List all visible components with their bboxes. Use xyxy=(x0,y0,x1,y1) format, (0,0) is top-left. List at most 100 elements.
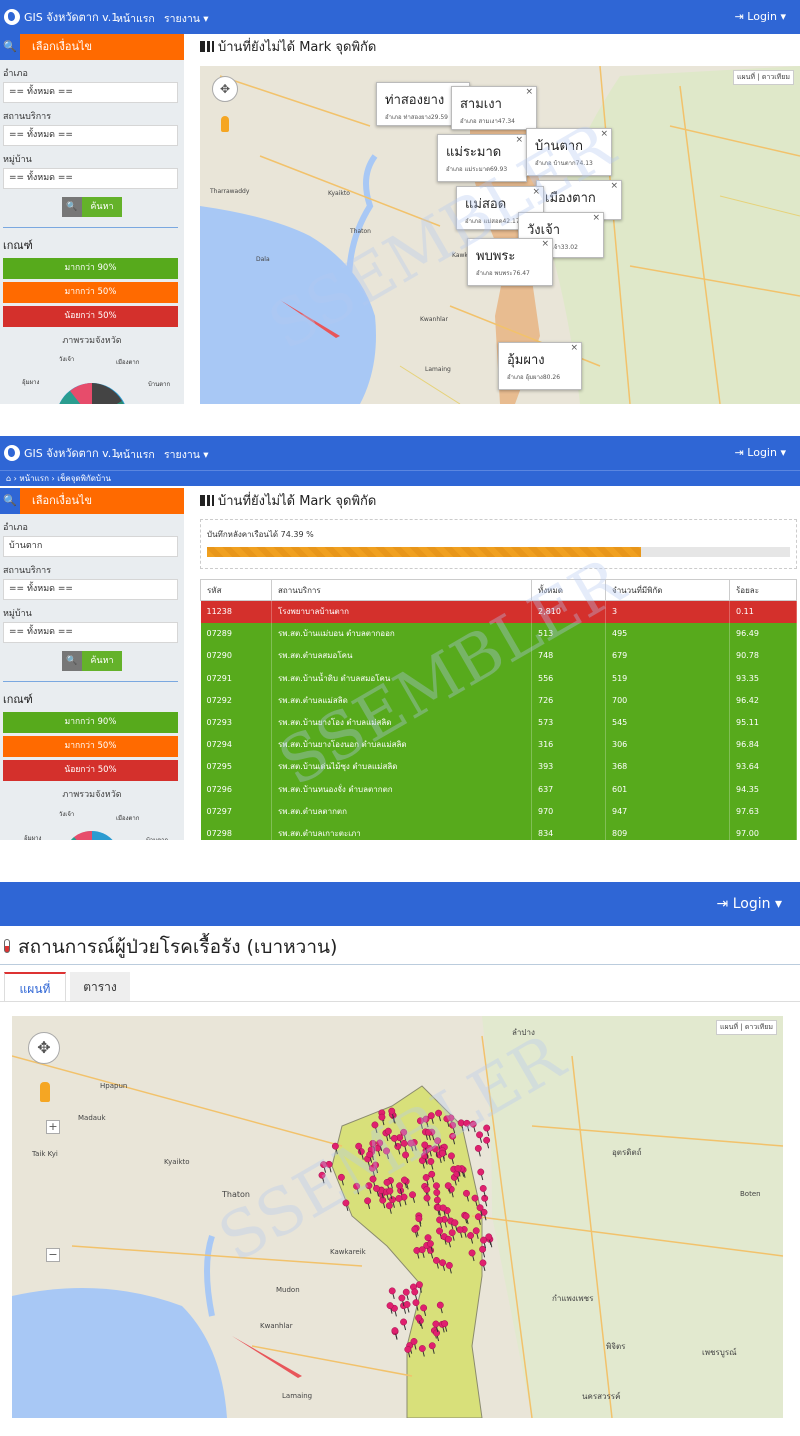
close-icon[interactable]: × xyxy=(532,187,540,197)
popup-value: อำเภอ สามเงา47.34 xyxy=(460,118,516,125)
village-select[interactable]: == ทั้งหมด == xyxy=(3,622,178,643)
patient-map[interactable]: ✥ + − แผนที่ | ดาวเทียม Hpapun Madauk Ta… xyxy=(12,1016,783,1418)
district-select[interactable]: บ้านตาก xyxy=(3,536,178,557)
login-button[interactable]: ⇥ Login ▾ xyxy=(735,10,786,23)
login-label: Login xyxy=(747,10,777,23)
village-label: หมู่บ้าน xyxy=(3,155,32,165)
district-popup[interactable]: × พบพระ อำเภอ พบพระ76.47 xyxy=(467,238,553,286)
close-icon[interactable]: × xyxy=(592,213,600,223)
brand[interactable]: GIS จังหวัดตาก v.1 xyxy=(4,8,118,26)
nav-report[interactable]: รายงาน ▾ xyxy=(164,446,209,463)
column-header[interactable]: สถานบริการ xyxy=(271,579,532,601)
service-select[interactable]: == ทั้งหมด == xyxy=(3,125,178,146)
map-place-label: Mudon xyxy=(276,1286,300,1294)
map-type-switch[interactable]: แผนที่ | ดาวเทียม xyxy=(716,1020,777,1035)
close-icon[interactable]: × xyxy=(600,129,608,139)
close-icon[interactable]: × xyxy=(525,87,533,97)
table-cell: 07291 xyxy=(200,667,272,690)
zoom-out-button[interactable]: − xyxy=(46,1248,60,1262)
table-cell: 306 xyxy=(605,733,730,756)
screenshot-panel-1: GIS จังหวัดตาก v.1 หน้าแรก รายงาน ▾ ⇥ Lo… xyxy=(0,0,800,404)
legend-over-50[interactable]: มากกว่า 50% xyxy=(3,736,178,757)
breadcrumb: ⌂ › หน้าแรก › เช็คจุดพิกัดบ้าน xyxy=(0,470,800,486)
table-row[interactable]: 07298 รพ.สต.ตำบลเกาะตะเภา 834 809 97.00 xyxy=(200,822,797,840)
close-icon[interactable]: × xyxy=(570,343,578,353)
table-cell: 970 xyxy=(531,800,606,823)
breadcrumb-home[interactable]: หน้าแรก xyxy=(19,474,49,483)
map-pan-control[interactable]: ✥ xyxy=(28,1032,60,1064)
legend-under-50[interactable]: น้อยกว่า 50% xyxy=(3,760,178,781)
table-row[interactable]: 07293 รพ.สต.บ้านยางโอง ตำบลแม่สลิด 573 545 9… xyxy=(200,711,797,734)
district-popup[interactable]: × อุ้มผาง อำเภอ อุ้มผาง80.26 xyxy=(498,342,582,390)
nav-home[interactable]: หน้าแรก xyxy=(116,10,155,27)
close-icon[interactable]: × xyxy=(541,239,549,249)
zoom-in-button[interactable]: + xyxy=(46,1120,60,1134)
table-cell: 96.84 xyxy=(729,733,797,756)
screenshot-panel-2: GIS จังหวัดตาก v.1 หน้าแรก รายงาน ▾ ⇥ Lo… xyxy=(0,436,800,840)
close-icon[interactable]: × xyxy=(515,135,523,145)
service-select[interactable]: == ทั้งหมด == xyxy=(3,579,178,600)
table-row[interactable]: 07291 รพ.สต.บ้านน้ำดิบ ตำบลสมอโคน 556 519 93… xyxy=(200,667,797,690)
search-button[interactable]: 🔍 ค้นหา xyxy=(62,197,122,217)
legend-over-50[interactable]: มากกว่า 50% xyxy=(3,282,178,303)
table-row[interactable]: 07289 รพ.สต.บ้านแม่บอน ตำบลตากออก 513 495 96… xyxy=(200,622,797,645)
navbar: GIS จังหวัดตาก v.1 หน้าแรก รายงาน ▾ ⇥ Lo… xyxy=(0,0,800,34)
table-cell: 513 xyxy=(531,622,606,645)
service-table: รหัส สถานบริการ ทั้งหมด จำนวนที่มีพิกัด … xyxy=(200,579,797,840)
search-button[interactable]: 🔍 ค้นหา xyxy=(62,651,122,671)
map-place-label: Madauk xyxy=(78,1114,106,1122)
legend-under-50[interactable]: น้อยกว่า 50% xyxy=(3,306,178,327)
login-button[interactable]: ⇥ Login ▾ xyxy=(735,446,786,459)
district-popup[interactable]: × สามเงา อำเภอ สามเงา47.34 xyxy=(451,86,537,130)
tab-map[interactable]: แผนที่ xyxy=(4,972,66,1002)
legend-over-90[interactable]: มากกว่า 90% xyxy=(3,712,178,733)
table-row[interactable]: 07296 รพ.สต.บ้านหนองจั่ง ตำบลตากตก 637 601 9… xyxy=(200,778,797,801)
table-row[interactable]: 07292 รพ.สต.ตำบลแม่สลิด 726 700 96.42 xyxy=(200,689,797,712)
map-place-label: ลำปาง xyxy=(512,1028,535,1037)
filter-sidebar: 🔍 เลือกเงื่อนไข อำเภอ บ้านตาก สถานบริการ … xyxy=(0,488,184,840)
column-header[interactable]: ร้อยละ xyxy=(729,579,797,601)
criteria-heading: เกณฑ์ xyxy=(3,239,33,252)
district-popup[interactable]: × บ้านตาก อำเภอ บ้านตาก74.13 xyxy=(526,128,612,176)
popup-name: แม่สอด xyxy=(465,197,507,212)
table-row[interactable]: 07295 รพ.สต.บ้านเด่นไม้ซุง ตำบลแม่สลิด 393… xyxy=(200,755,797,778)
home-icon[interactable]: ⌂ xyxy=(6,474,11,483)
search-button-label: ค้นหา xyxy=(82,651,122,671)
nav-report-label: รายงาน xyxy=(164,449,200,461)
popup-name: ท่าสองยาง xyxy=(385,93,445,108)
search-icon: 🔍 xyxy=(62,197,82,217)
map-type-switch[interactable]: แผนที่ | ดาวเทียม xyxy=(733,70,794,85)
district-map[interactable]: ✥ Tharrawaddy Thaton Kyaikto Dala Kawkar… xyxy=(200,66,800,404)
nav-report[interactable]: รายงาน ▾ xyxy=(164,10,209,27)
district-select[interactable]: == ทั้งหมด == xyxy=(3,82,178,103)
table-cell: 07297 xyxy=(200,800,272,823)
table-row[interactable]: 07294 รพ.สต.บ้านยางโองนอก ตำบลแม่สลิด 316 3… xyxy=(200,733,797,756)
district-popup[interactable]: × แม่ระมาด อำเภอ แม่ระมาด69.93 xyxy=(437,134,527,182)
table-cell: รพ.สต.ตำบลสมอโคน xyxy=(271,644,532,668)
legend-over-90[interactable]: มากกว่า 90% xyxy=(3,258,178,279)
globe-icon xyxy=(4,9,20,25)
column-header[interactable]: ทั้งหมด xyxy=(531,579,606,601)
map-pan-control[interactable]: ✥ xyxy=(212,76,238,102)
village-select[interactable]: == ทั้งหมด == xyxy=(3,168,178,189)
table-row[interactable]: 07297 รพ.สต.ตำบลตากตก 970 947 97.63 xyxy=(200,800,797,823)
pie-label-muang: เมืองตาก xyxy=(116,815,140,822)
criteria-heading: เกณฑ์ xyxy=(3,693,33,706)
pie-label-umphang: อุ้มผาง xyxy=(22,379,40,386)
table-row[interactable]: 07290 รพ.สต.ตำบลสมอโคน 748 679 90.78 xyxy=(200,644,797,668)
street-view-pegman-icon[interactable] xyxy=(221,116,229,132)
login-button[interactable]: ⇥ Login ▾ xyxy=(717,896,782,912)
close-icon[interactable]: × xyxy=(610,181,618,191)
brand[interactable]: GIS จังหวัดตาก v.1 xyxy=(4,444,118,462)
column-header[interactable]: รหัส xyxy=(200,579,272,601)
tab-table[interactable]: ตาราง xyxy=(70,972,130,1002)
column-header[interactable]: จำนวนที่มีพิกัด xyxy=(605,579,730,601)
street-view-pegman-icon[interactable] xyxy=(40,1082,50,1102)
map-place-label: Kwanhlar xyxy=(420,316,448,323)
pie-label-umphang: อุ้มผาง xyxy=(24,835,42,840)
page-title-text: สถานการณ์ผู้ป่วยโรคเรื้อรัง (เบาหวาน) xyxy=(18,936,338,958)
table-cell: 726 xyxy=(531,689,606,712)
table-cell: 601 xyxy=(605,778,730,801)
nav-home[interactable]: หน้าแรก xyxy=(116,446,155,463)
table-row[interactable]: 11238 โรงพยาบาลบ้านตาก 2,810 3 0.11 xyxy=(200,600,797,623)
